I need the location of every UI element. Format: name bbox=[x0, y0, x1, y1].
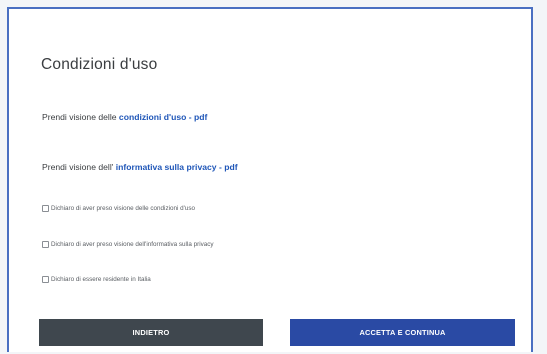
terms-document-row: Prendi visione delle condizioni d'uso - … bbox=[42, 112, 207, 122]
privacy-acknowledgement-option[interactable]: Dichiaro di aver preso visione dell'info… bbox=[42, 241, 214, 248]
dialog-title: Condizioni d'uso bbox=[41, 56, 158, 73]
terms-document-prefix: Prendi visione delle bbox=[42, 112, 119, 122]
back-button[interactable]: INDIETRO bbox=[39, 319, 263, 346]
terms-dialog: Condizioni d'uso Prendi visione delle co… bbox=[7, 7, 533, 352]
privacy-document-row: Prendi visione dell' informativa sulla p… bbox=[42, 162, 238, 172]
terms-acknowledgement-label: Dichiaro di aver preso visione delle con… bbox=[51, 205, 196, 212]
page: Condizioni d'uso Prendi visione delle co… bbox=[0, 0, 547, 354]
accept-continue-button[interactable]: ACCETTA E CONTINUA bbox=[290, 319, 515, 346]
privacy-document-prefix: Prendi visione dell' bbox=[42, 162, 116, 172]
residence-declaration-option[interactable]: Dichiaro di essere residente in Italia bbox=[42, 276, 151, 283]
privacy-pdf-link[interactable]: informativa sulla privacy - pdf bbox=[116, 162, 238, 172]
terms-pdf-link[interactable]: condizioni d'uso - pdf bbox=[119, 112, 207, 122]
privacy-acknowledgement-label: Dichiaro di aver preso visione dell'info… bbox=[51, 241, 214, 248]
privacy-acknowledgement-checkbox[interactable] bbox=[42, 241, 49, 248]
terms-acknowledgement-checkbox[interactable] bbox=[42, 205, 49, 212]
residence-declaration-label: Dichiaro di essere residente in Italia bbox=[51, 276, 151, 283]
residence-declaration-checkbox[interactable] bbox=[42, 276, 49, 283]
terms-acknowledgement-option[interactable]: Dichiaro di aver preso visione delle con… bbox=[42, 205, 195, 212]
